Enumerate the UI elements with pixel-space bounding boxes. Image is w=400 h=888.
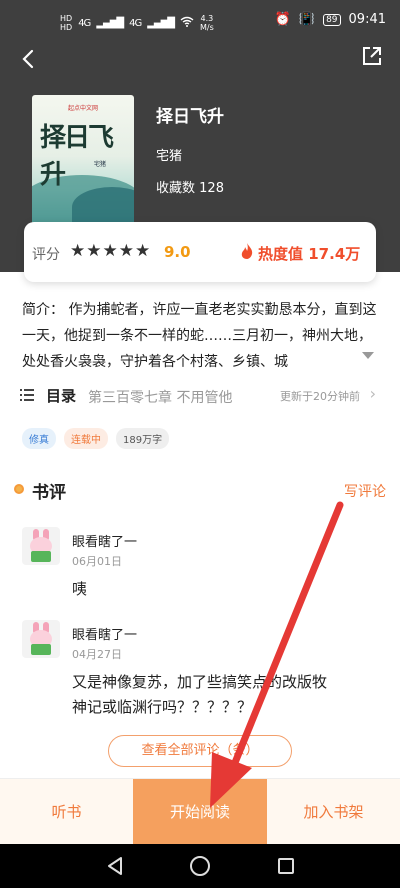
network-speed: 4.3 M/s [200,14,214,32]
speed-value: 4.3 [200,14,214,23]
signal1-label: 4G [78,17,91,29]
signal2-label: 4G [129,17,142,29]
favorites-count: 收藏数 128 [156,177,224,196]
vibrate-icon: 📳 [298,12,316,27]
heat-label: 热度值 [258,245,304,263]
listen-button[interactable]: 听书 [0,779,133,845]
cover-mountain-2 [72,187,134,227]
fire-icon [240,242,254,260]
heat-number: 17.4万 [308,245,361,263]
book-author[interactable]: 宅猪 [156,145,182,164]
expand-intro-icon[interactable] [362,352,374,359]
start-reading-button[interactable]: 开始阅读 [133,779,267,845]
tag-word-count: 189万字 [116,428,170,449]
cover-title: 择日飞升 [40,123,114,190]
avatar-book-2 [31,644,51,655]
tag-list: 修真 连载中 189万字 [22,428,170,449]
review-text: 咦 [72,580,88,598]
favorites-value: 128 [199,181,224,196]
tag-genre[interactable]: 修真 [22,428,56,449]
nav-home-icon[interactable] [190,856,210,876]
add-to-shelf-button[interactable]: 加入书架 [267,779,400,845]
nav-recent-icon[interactable] [278,858,294,874]
book-title: 择日飞升 [156,107,224,127]
favorites-label: 收藏数 [156,181,196,196]
update-time: 更新于20分钟前 [280,390,360,403]
alarm-icon: ⏰ [274,12,291,27]
intro-text: 作为捕蛇者，许应一直老老实实勤恳本分，直到这一天，他捉到一条不一样的蛇……三月初… [22,302,377,370]
review-text-2: 又是神像复苏，加了些搞笑点的改版牧神记或临渊行吗？？？？？ [72,673,328,716]
heat-value: 热度值 17.4万 [258,243,360,264]
dot-icon [14,484,24,494]
star-rating-icon: ★★★★★ [70,241,152,261]
signal-bars-icon: ▂▄▆█ [96,17,124,29]
battery-indicator: 89 [323,13,341,26]
status-right: ⏰ 📳 89 09:41 [275,12,386,27]
table-of-contents-row[interactable]: 目录 第三百零七章 不用管他 更新于20分钟前 › [20,376,376,414]
rating-score: 9.0 [164,243,191,261]
book-intro[interactable]: 简介： 作为捕蛇者，许应一直老老实实勤恳本分，直到这一天，他捉到一条不一样的蛇…… [22,297,378,375]
chevron-right-icon: › [369,384,376,403]
avatar[interactable] [22,527,60,565]
speed-unit: M/s [199,23,214,32]
clock-time: 09:41 [348,12,386,27]
cover-publisher: 起点中文网 [68,105,99,112]
write-review-button[interactable]: 写评论 [344,481,386,501]
review-username-2: 眼看瞎了一 [72,628,138,643]
sim2-label: HD [60,23,73,32]
status-left: HD HD 4G ▂▄▆█ 4G ▂▄▆█ 4.3 M/s [60,14,214,32]
wifi-icon [180,16,194,30]
system-navigation-bar [0,844,400,888]
nav-back-icon[interactable] [106,856,124,880]
rating-card: 评分 ★★★★★ 9.0 热度值 17.4万 [24,222,376,282]
book-cover[interactable]: 起点中文网 择日飞升 宅猪 [32,95,134,231]
avatar-2[interactable] [22,620,60,658]
review-item-2[interactable]: 眼看瞎了一 04月27日 又是神像复苏，加了些搞笑点的改版牧神记或临渊行吗？？？… [22,620,378,720]
intro-label: 简介： [22,302,64,318]
sim1-label: HD [60,14,73,23]
view-all-reviews-button[interactable]: 查看全部评论（条） [108,735,292,767]
review-date-2: 04月27日 [72,648,122,661]
reviews-title: 书评 [32,483,66,503]
share-icon[interactable] [360,44,384,68]
status-bar: HD HD 4G ▂▄▆█ 4G ▂▄▆█ 4.3 M/s ⏰ 📳 89 09:… [0,0,400,40]
avatar-book [31,551,51,562]
review-username: 眼看瞎了一 [72,535,138,550]
sim-indicator: HD HD [60,14,72,32]
review-date: 06月01日 [72,555,122,568]
list-icon [20,387,34,401]
rating-label: 评分 [32,247,60,263]
toc-label: 目录 [46,387,77,405]
tag-status: 连载中 [64,428,108,449]
cover-author: 宅猪 [94,161,107,168]
review-item[interactable]: 眼看瞎了一 06月01日 咦 [22,527,378,617]
back-arrow-icon[interactable] [14,44,44,74]
bottom-action-bar: 听书 开始阅读 加入书架 [0,778,400,845]
signal-bars-icon-2: ▂▄▆█ [147,17,175,29]
latest-chapter: 第三百零七章 不用管他 [88,390,233,406]
